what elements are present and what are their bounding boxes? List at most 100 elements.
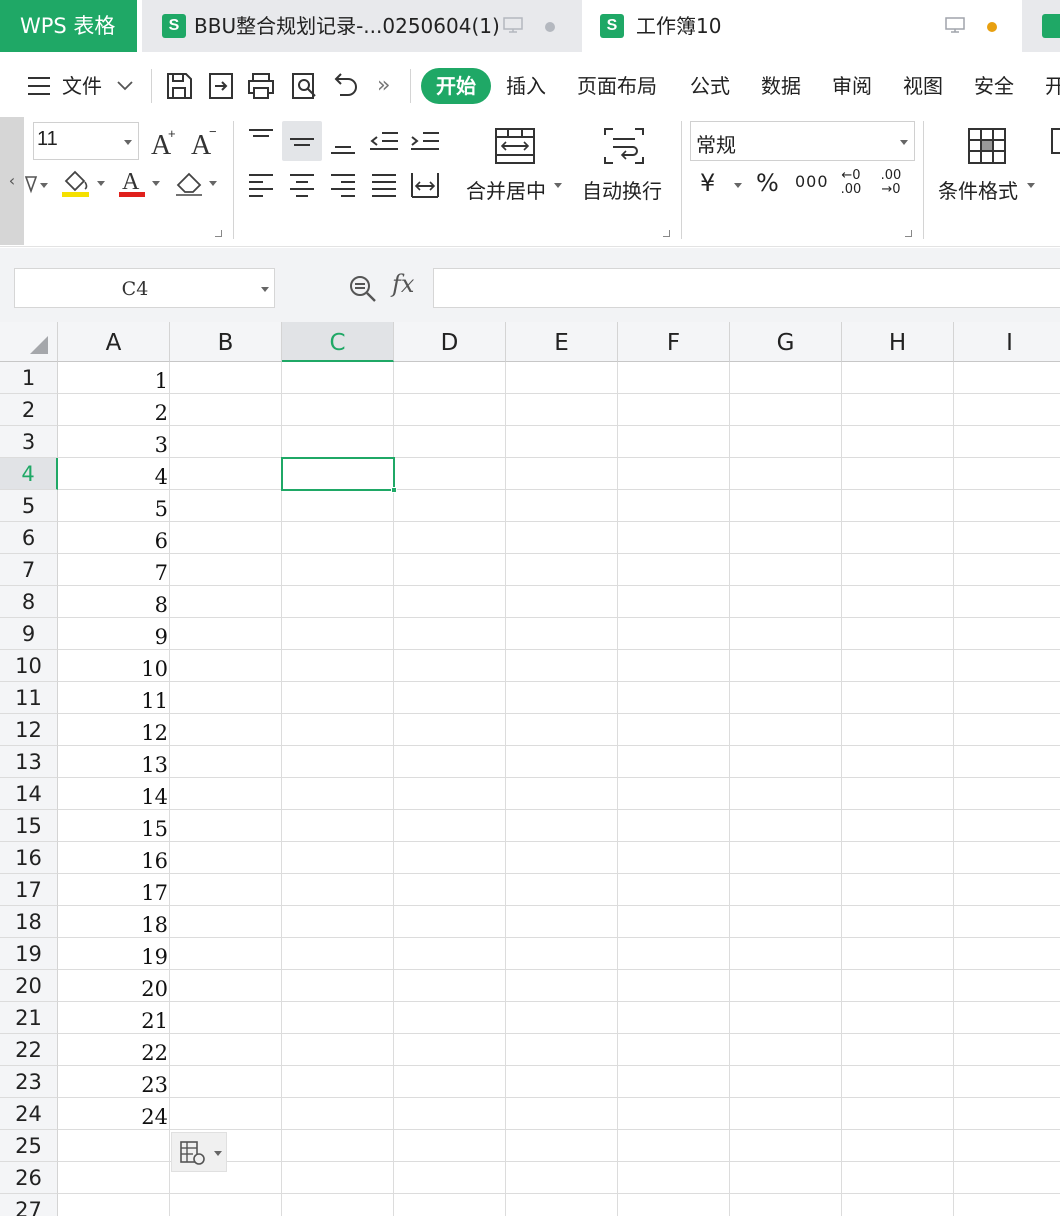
- row-header-16[interactable]: 16: [0, 842, 58, 874]
- cell-a13[interactable]: 13: [58, 746, 168, 778]
- cell-a11[interactable]: 11: [58, 682, 168, 714]
- font-color-icon[interactable]: A: [118, 167, 164, 199]
- clear-format-eraser-icon[interactable]: [174, 167, 220, 199]
- conditional-format-button[interactable]: 条件格式: [938, 175, 1018, 204]
- cell-a4[interactable]: 4: [58, 458, 168, 490]
- conditional-format-icon[interactable]: [967, 127, 1007, 165]
- hamburger-menu-icon[interactable]: [26, 73, 52, 99]
- border-icon[interactable]: [24, 169, 52, 199]
- cell-a2[interactable]: 2: [58, 394, 168, 426]
- cell-a10[interactable]: 10: [58, 650, 168, 682]
- cell-a12[interactable]: 12: [58, 714, 168, 746]
- row-header-1[interactable]: 1: [0, 362, 58, 394]
- row-header-10[interactable]: 10: [0, 650, 58, 682]
- column-header-i[interactable]: I: [954, 322, 1060, 362]
- dropdown-arrow-icon[interactable]: [554, 183, 562, 188]
- row-header-18[interactable]: 18: [0, 906, 58, 938]
- align-top-icon[interactable]: [245, 125, 277, 155]
- column-header-d[interactable]: D: [394, 322, 506, 362]
- tab-home[interactable]: 开始: [421, 68, 491, 104]
- row-header-15[interactable]: 15: [0, 810, 58, 842]
- paste-options-button[interactable]: [171, 1132, 227, 1172]
- row-header-20[interactable]: 20: [0, 970, 58, 1002]
- number-group-launcher-icon[interactable]: [905, 230, 912, 237]
- column-header-g[interactable]: G: [730, 322, 842, 362]
- tab-view[interactable]: 视图: [903, 57, 943, 115]
- chevron-down-icon[interactable]: [117, 81, 133, 91]
- thousands-separator-button[interactable]: 000: [795, 172, 829, 191]
- dropdown-arrow-icon[interactable]: [734, 183, 742, 188]
- font-group-launcher-icon[interactable]: [215, 230, 222, 237]
- cell-a5[interactable]: 5: [58, 490, 168, 522]
- cell-a14[interactable]: 14: [58, 778, 168, 810]
- font-size-select[interactable]: 11: [33, 122, 139, 160]
- cell-a20[interactable]: 20: [58, 970, 168, 1002]
- column-header-h[interactable]: H: [842, 322, 954, 362]
- document-tab-partial[interactable]: [1022, 0, 1060, 52]
- cell-a7[interactable]: 7: [58, 554, 168, 586]
- row-header-22[interactable]: 22: [0, 1034, 58, 1066]
- row-header-23[interactable]: 23: [0, 1066, 58, 1098]
- tab-data[interactable]: 数据: [761, 57, 801, 115]
- cell-a17[interactable]: 17: [58, 874, 168, 906]
- unsaved-dot-icon[interactable]: [545, 22, 555, 32]
- row-header-19[interactable]: 19: [0, 938, 58, 970]
- row-header-11[interactable]: 11: [0, 682, 58, 714]
- row-header-8[interactable]: 8: [0, 586, 58, 618]
- tab-insert[interactable]: 插入: [506, 57, 546, 115]
- cell-a6[interactable]: 6: [58, 522, 168, 554]
- document-tab-bbu[interactable]: S BBU整合规划记录-...0250604(1): [142, 0, 582, 52]
- tab-security[interactable]: 安全: [974, 57, 1014, 115]
- row-header-6[interactable]: 6: [0, 522, 58, 554]
- decrease-indent-icon[interactable]: [368, 125, 400, 157]
- fill-handle[interactable]: [391, 487, 397, 493]
- dropdown-arrow-icon[interactable]: [1027, 183, 1035, 188]
- column-header-a[interactable]: A: [58, 322, 170, 362]
- row-header-5[interactable]: 5: [0, 490, 58, 522]
- tab-formulas[interactable]: 公式: [690, 57, 730, 115]
- save-icon[interactable]: [164, 71, 194, 101]
- app-home-tab[interactable]: WPS 表格: [0, 0, 137, 52]
- row-header-9[interactable]: 9: [0, 618, 58, 650]
- cell-a18[interactable]: 18: [58, 906, 168, 938]
- increase-decimal-button[interactable]: ←0 .00: [835, 169, 867, 197]
- row-header-7[interactable]: 7: [0, 554, 58, 586]
- print-preview-icon[interactable]: [289, 71, 319, 101]
- tab-page-layout[interactable]: 页面布局: [577, 57, 657, 115]
- align-middle-button[interactable]: [282, 121, 322, 161]
- cell-a3[interactable]: 3: [58, 426, 168, 458]
- currency-format-button[interactable]: ¥: [700, 169, 715, 197]
- more-tools-icon[interactable]: »: [377, 57, 390, 115]
- row-header-4[interactable]: 4: [0, 458, 58, 490]
- cell-a16[interactable]: 16: [58, 842, 168, 874]
- align-center-icon[interactable]: [286, 169, 318, 201]
- cell-a8[interactable]: 8: [58, 586, 168, 618]
- select-all-button[interactable]: [0, 322, 58, 362]
- distributed-align-icon[interactable]: [409, 169, 441, 201]
- row-header-12[interactable]: 12: [0, 714, 58, 746]
- undo-icon[interactable]: [330, 71, 360, 101]
- row-header-2[interactable]: 2: [0, 394, 58, 426]
- number-format-select[interactable]: 常规: [690, 121, 915, 161]
- column-header-c[interactable]: C: [282, 322, 394, 362]
- increase-font-size-icon[interactable]: A +: [150, 125, 180, 159]
- row-header-26[interactable]: 26: [0, 1162, 58, 1194]
- cell-a15[interactable]: 15: [58, 810, 168, 842]
- print-icon[interactable]: [246, 71, 276, 101]
- row-header-27[interactable]: 27: [0, 1194, 58, 1216]
- column-header-e[interactable]: E: [506, 322, 618, 362]
- align-left-icon[interactable]: [245, 169, 277, 201]
- document-tab-workbook10[interactable]: S 工作簿10: [585, 0, 1017, 52]
- decrease-decimal-button[interactable]: .00 →0: [875, 169, 907, 197]
- merge-center-icon[interactable]: [494, 127, 536, 165]
- cell-a1[interactable]: 1: [58, 362, 168, 394]
- cell-a9[interactable]: 9: [58, 618, 168, 650]
- decrease-font-size-icon[interactable]: A −: [190, 125, 220, 159]
- unsaved-dot-icon[interactable]: [987, 22, 997, 32]
- row-header-14[interactable]: 14: [0, 778, 58, 810]
- dropdown-arrow-icon[interactable]: [261, 287, 269, 292]
- row-header-13[interactable]: 13: [0, 746, 58, 778]
- percent-format-button[interactable]: %: [756, 169, 779, 197]
- wrap-text-button[interactable]: 自动换行: [582, 175, 662, 204]
- row-header-25[interactable]: 25: [0, 1130, 58, 1162]
